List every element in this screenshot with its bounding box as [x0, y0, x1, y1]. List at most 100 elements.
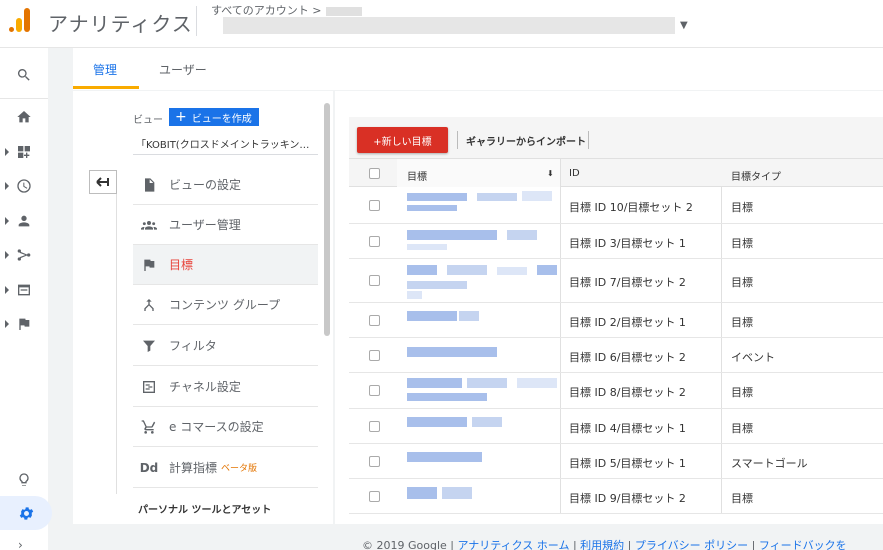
dashboard-icon [18, 146, 30, 158]
header-goal[interactable]: 目標 [407, 168, 427, 183]
table-row[interactable]: 目標 ID 7/目標セット 2 目標 [349, 259, 883, 303]
analytics-logo-icon[interactable] [8, 6, 32, 34]
view-selector-caret-icon[interactable]: ▼ [680, 20, 688, 31]
search-icon[interactable] [0, 61, 48, 89]
cell-divider [721, 224, 722, 258]
footer-link-feedback[interactable]: フィードバックを [759, 539, 847, 550]
toolbar-divider [457, 131, 458, 149]
header-goal-type[interactable]: 目標タイプ [731, 168, 781, 183]
expand-arrow-icon [5, 286, 9, 294]
table-row[interactable]: 目標 ID 3/目標セット 1 目標 [349, 224, 883, 259]
admin-settings-button[interactable] [0, 496, 52, 530]
menu-item-content-grouping[interactable]: コンテンツ グループ [133, 285, 318, 325]
header-id[interactable]: ID [569, 168, 580, 179]
table-row[interactable]: 目標 ID 4/目標セット 1 目標 [349, 409, 883, 444]
select-all-checkbox[interactable] [369, 168, 380, 179]
selected-view-name[interactable]: 「KOBIT(クロスドメイントラッキング… [136, 136, 318, 151]
table-row[interactable]: 目標 ID 5/目標セット 1 スマートゴール [349, 444, 883, 479]
row-checkbox[interactable] [369, 490, 380, 502]
collapse-rail-icon[interactable]: › [18, 538, 23, 550]
account-breadcrumb[interactable]: すべてのアカウント > [211, 2, 362, 18]
goal-name-redacted[interactable] [397, 187, 560, 223]
goal-name-redacted[interactable] [397, 303, 560, 337]
cell-divider [560, 444, 561, 478]
tab-user[interactable]: ユーザー [159, 61, 207, 78]
app-header: アナリティクス すべてのアカウント > ▼ [0, 0, 883, 48]
goal-type-cell: 目標 [731, 276, 753, 289]
row-checkbox[interactable] [369, 455, 380, 467]
content-group-icon [133, 297, 165, 313]
column-divider [116, 194, 117, 494]
cell-divider [560, 409, 561, 443]
view-selector[interactable] [223, 17, 675, 34]
table-row[interactable]: 目標 ID 2/目標セット 1 目標 [349, 303, 883, 338]
beta-badge: ベータ版 [221, 464, 258, 474]
cell-divider [721, 259, 722, 302]
menu-item-user-management[interactable]: ユーザー管理 [133, 205, 318, 245]
table-row[interactable]: 目標 ID 8/目標セット 2 目標 [349, 373, 883, 409]
row-checkbox[interactable] [369, 349, 380, 361]
column-scrollbar[interactable] [324, 103, 330, 336]
left-nav-rail [0, 48, 52, 550]
goal-name-redacted[interactable] [397, 479, 560, 513]
customization-nav[interactable] [0, 138, 48, 166]
goal-name-redacted[interactable] [397, 373, 560, 408]
goal-type-cell: 目標 [731, 421, 753, 435]
table-row[interactable]: 目標 ID 9/目標セット 2 目標 [349, 479, 883, 514]
tab-admin[interactable]: 管理 [93, 61, 117, 78]
view-column-label: ビュー [133, 115, 163, 126]
footer: © 2019 Google | アナリティクス ホーム | 利用規約 | プライ… [362, 539, 847, 550]
menu-item-filters[interactable]: フィルタ [133, 326, 318, 366]
footer-link-home[interactable]: アナリティクス ホーム [457, 539, 569, 550]
cell-divider [560, 338, 561, 372]
goal-name-redacted[interactable] [397, 409, 560, 443]
realtime-nav[interactable] [0, 172, 48, 200]
goal-name-redacted[interactable] [397, 259, 560, 302]
cell-divider [721, 338, 722, 372]
table-row[interactable]: 目標 ID 6/目標セット 2 イベント [349, 338, 883, 373]
row-checkbox[interactable] [369, 314, 380, 326]
menu-item-view-settings[interactable]: ビューの設定 [133, 165, 318, 205]
goal-name-redacted[interactable] [397, 224, 560, 258]
audience-nav[interactable] [0, 207, 48, 235]
footer-link-privacy[interactable]: プライバシー ポリシー [635, 539, 748, 550]
goal-name-redacted[interactable] [397, 444, 560, 478]
cell-divider [560, 224, 561, 258]
acquisition-nav[interactable] [0, 241, 48, 269]
lightbulb-icon[interactable] [0, 466, 48, 494]
table-row[interactable]: 目標 ID 10/目標セット 2 目標 [349, 187, 883, 224]
menu-item-ecommerce-settings[interactable]: e コマースの設定 [133, 407, 318, 447]
home-icon[interactable] [0, 103, 48, 131]
row-checkbox[interactable] [369, 420, 380, 432]
goal-id-cell: 目標 ID 7/目標セット 2 [569, 276, 686, 289]
personal-tools-heading: パーソナル ツールとアセット [138, 505, 272, 516]
goal-type-cell: スマートゴール [731, 456, 808, 470]
app-title[interactable]: アナリティクス [48, 8, 193, 37]
menu-item-channel-settings[interactable]: チャネル設定 [133, 367, 318, 407]
goal-id-cell: 目標 ID 4/目標セット 1 [569, 421, 686, 435]
cell-divider [560, 373, 561, 408]
cell-divider [560, 259, 561, 302]
conversions-nav[interactable] [0, 310, 48, 338]
footer-link-terms[interactable]: 利用規約 [580, 539, 624, 550]
back-arrow-icon [96, 177, 109, 187]
header-divider [560, 159, 561, 187]
row-checkbox[interactable] [369, 199, 380, 211]
row-checkbox[interactable] [369, 235, 380, 247]
goal-type-cell: 目標 [731, 491, 753, 505]
sort-desc-icon[interactable]: ⬇ [547, 169, 554, 178]
row-checkbox[interactable] [369, 385, 380, 396]
behavior-nav[interactable] [0, 276, 48, 304]
menu-item-calculated-metrics[interactable]: Dd 計算指標 ベータ版 [133, 448, 318, 488]
create-view-button[interactable]: + ビューを作成 [169, 108, 259, 126]
row-checkbox[interactable] [369, 275, 380, 286]
new-goal-button[interactable]: +新しい目標 [357, 127, 448, 153]
person-icon [18, 215, 30, 227]
menu-item-goals[interactable]: 目標 [133, 245, 318, 285]
toolbar-divider [588, 131, 589, 149]
import-from-gallery-button[interactable]: ギャラリーからインポート [466, 133, 586, 148]
behavior-icon [18, 284, 30, 296]
back-button[interactable] [89, 170, 117, 194]
goal-name-redacted[interactable] [397, 338, 560, 372]
expand-arrow-icon [5, 148, 9, 156]
